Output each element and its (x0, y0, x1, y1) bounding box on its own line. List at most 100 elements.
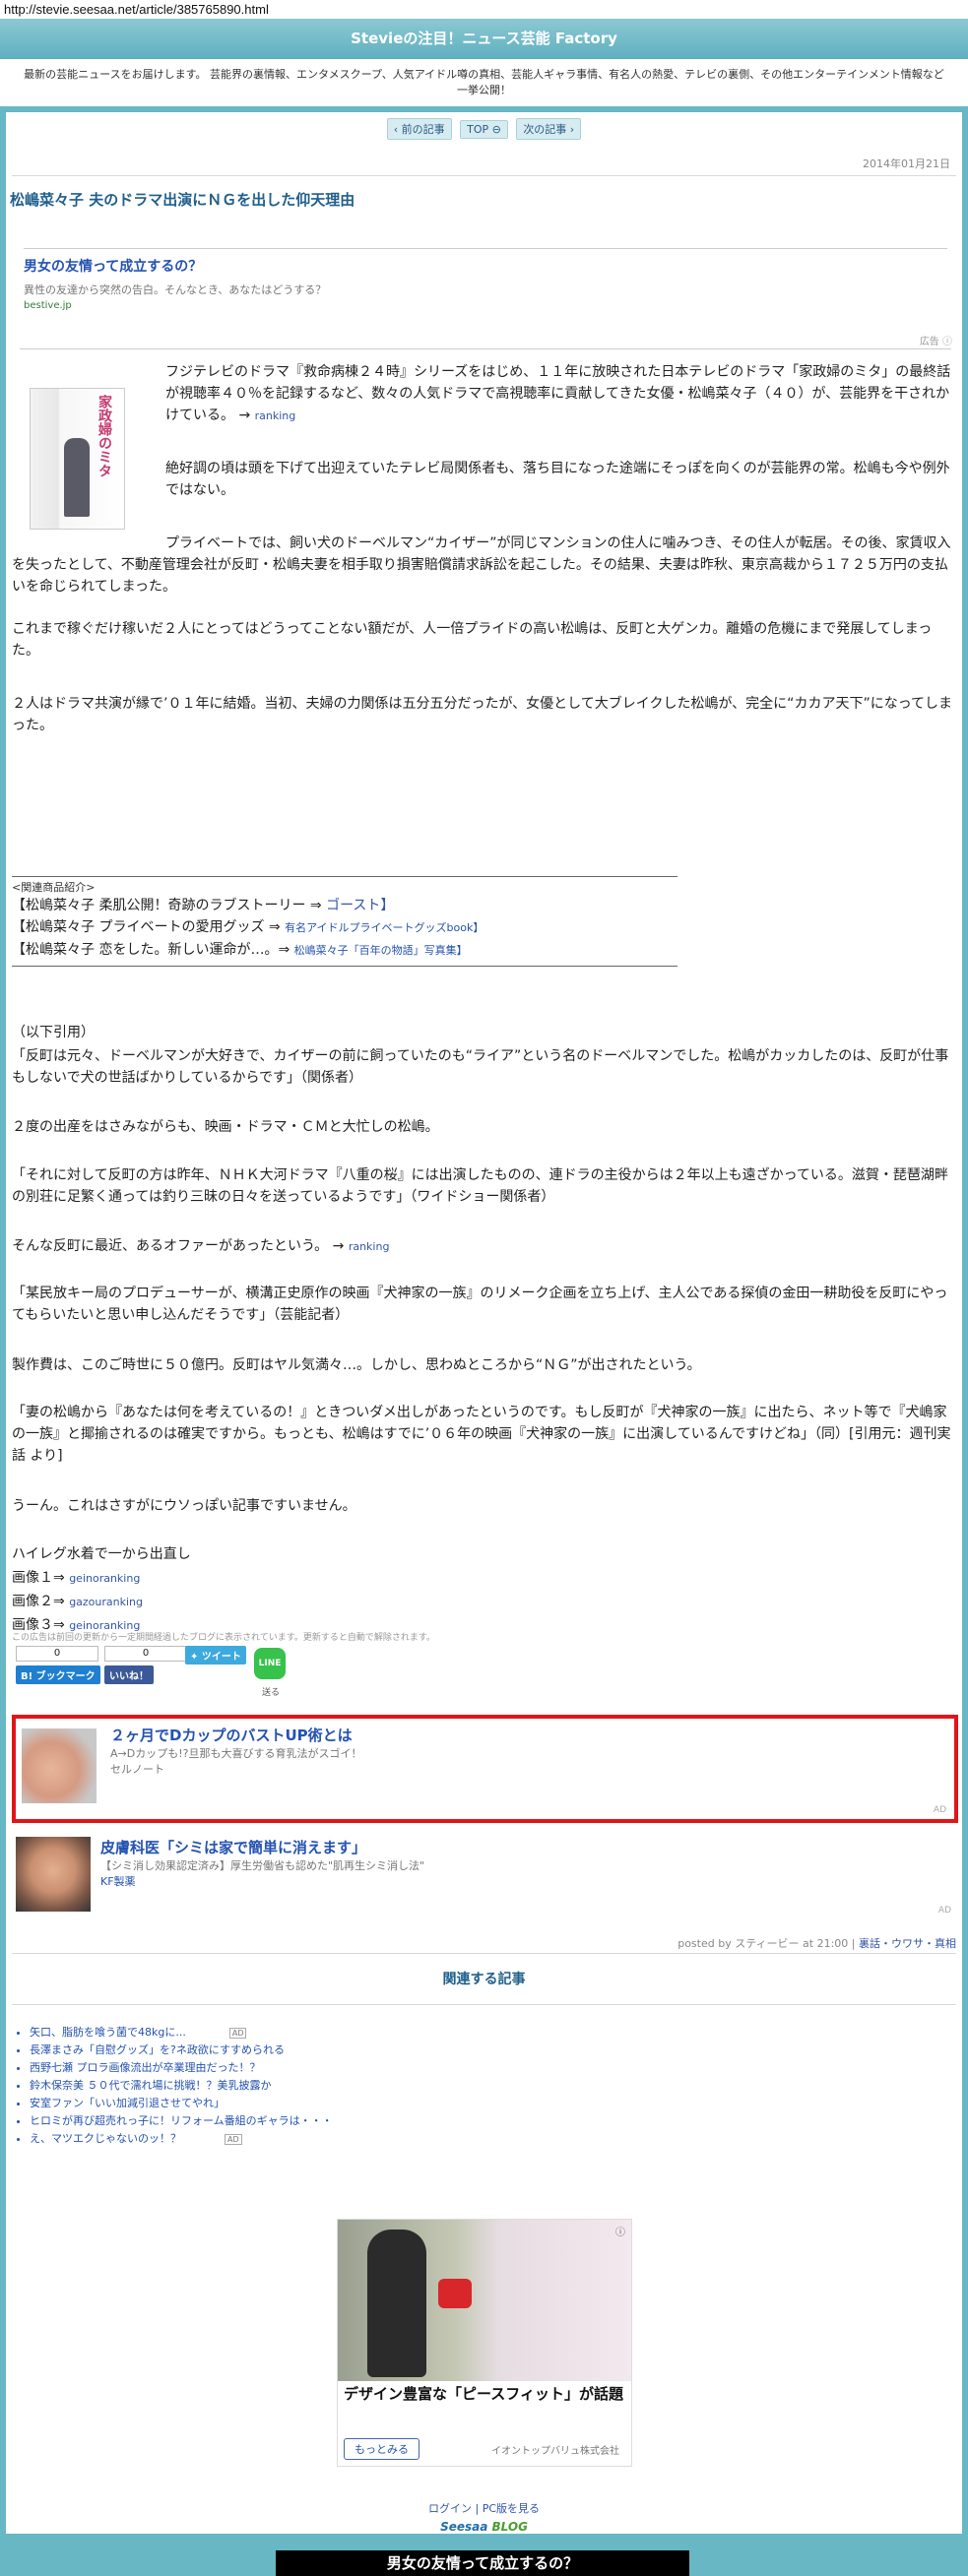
article-paragraph: ハイレグ水着で一から出直し (12, 1546, 191, 1562)
ad-skin-headline[interactable]: 皮膚科医「シミは家で簡単に消えます」 (100, 1837, 424, 1857)
ad-top-headline[interactable]: 男女の友情って成立するの？ (24, 256, 326, 276)
ranking-link[interactable]: ranking (349, 1240, 390, 1253)
seesaa-blog-logo[interactable]: Seesaa BLOG (6, 2520, 962, 2534)
ad-bust-headline[interactable]: ２ヶ月でDカップのバストUP術とは (110, 1725, 361, 1745)
article-paragraph: 「反町は元々、ドーベルマンが大好きで、カイザーの前に飼っていたのも“ライア”とい… (12, 1048, 949, 1086)
top-label: TOP (467, 123, 489, 136)
article-paragraph: うーん。これはさすがにウソっぽい記事ですいません。 (12, 1498, 356, 1514)
prev-article-label: 前の記事 (401, 123, 445, 136)
dvd-cover-image[interactable]: 家政婦のミタ (30, 388, 125, 530)
paragraph-text: そんな反町に最近、あるオファーがあったという。 (12, 1238, 329, 1254)
image-link[interactable]: gazouranking (69, 1596, 143, 1608)
divider (12, 2004, 956, 2005)
related-article-link[interactable]: 西野七瀬 プロラ画像流出が卒業理由だった！？ (30, 2061, 261, 2074)
line-button[interactable]: LINE (254, 1648, 286, 1679)
info-icon: ⓘ (942, 337, 952, 347)
info-icon[interactable]: ⓘ (615, 2224, 625, 2238)
ad-skin[interactable]: 皮膚科医「シミは家で簡単に消えます」 【シミ消し効果認定済み】厚生労働省も認めた… (16, 1837, 951, 1919)
ad-skin-tag: AD (937, 1906, 951, 1916)
related-product-link[interactable]: 松嶋菜々子「百年の物語」写真集】 (294, 944, 468, 957)
hatena-bookmark[interactable]: 0 B! ブックマーク (16, 1646, 100, 1684)
image-link[interactable]: geinoranking (69, 1619, 140, 1632)
twitter-bird-icon: ✦ (190, 1652, 202, 1663)
related-article-link[interactable]: 矢口、脂肪を喰う菌で48kgに... (30, 2026, 186, 2039)
floating-ad-banner[interactable]: 男女の友情って成立するの？ (276, 2550, 689, 2576)
image-link-row: 画像３⇒ geinoranking (12, 1614, 957, 1637)
image-link-label: 画像２⇒ (12, 1594, 65, 1609)
related-article-item[interactable]: 鈴木保奈美 ５０代で濡れ場に挑戦！？美乳披露か (30, 2077, 333, 2095)
ad-label[interactable]: 広告 ⓘ (920, 333, 952, 347)
ad-top-source: bestive.jp (24, 300, 72, 311)
related-article-item[interactable]: 西野七瀬 プロラ画像流出が卒業理由だった！？ (30, 2059, 333, 2077)
ad-skin-source: KF製薬 (100, 1875, 136, 1888)
related-article-item[interactable]: ヒロミが再び超売れっ子に！リフォーム番組のギャラは・・・ (30, 2112, 333, 2130)
facebook-like[interactable]: 0 いいね！ (104, 1646, 189, 1684)
image-link-label: 画像３⇒ (12, 1617, 65, 1633)
related-article-item[interactable]: 矢口、脂肪を喰う菌で48kgに... AD (30, 2024, 333, 2042)
login-link[interactable]: ログイン (428, 2502, 472, 2515)
ad-skin-thumbnail[interactable] (16, 1837, 91, 1912)
ad-top-description: 異性の友達から突然の告白。そんなとき、あなたはどうする？ (24, 283, 327, 296)
tweet-label[interactable]: ✦ ツイート (185, 1646, 246, 1665)
category-link[interactable]: 裏話・ウワサ・真相 (859, 1937, 956, 1950)
arrow: → (238, 408, 251, 423)
display-ad-more-button[interactable]: もっとみる (344, 2438, 419, 2460)
quote-intro: （以下引用） (12, 1025, 95, 1040)
display-ad[interactable]: ⓘ デザイン豊富な「ピースフィット」が話題 もっとみる イオントップバリュ株式会… (337, 2219, 632, 2467)
divider (12, 1953, 956, 1954)
ad-bust-thumbnail[interactable] (22, 1728, 97, 1803)
display-ad-headline[interactable]: デザイン豊富な「ピースフィット」が話題 (344, 2385, 623, 2404)
hatena-label[interactable]: B! ブックマーク (16, 1665, 100, 1684)
related-article-item[interactable]: 長澤まさみ「自慰グッズ」を?ネ政欲にすすめられる (30, 2042, 333, 2059)
article-paragraph: これまで稼ぐだけ稼いだ２人にとってはどうってことない額だが、人一倍プライドの高い… (12, 621, 933, 659)
image-link-label: 画像１⇒ (12, 1570, 65, 1586)
dvd-figure (64, 438, 90, 517)
tweet-text: ツイート (201, 1652, 241, 1663)
blog-logo-text: BLOG (491, 2520, 528, 2534)
pc-version-link[interactable]: PC版を見る (483, 2502, 540, 2515)
image-link[interactable]: geinoranking (69, 1572, 140, 1585)
divider (24, 248, 947, 249)
circle-arrow-icon: ⊖ (488, 123, 501, 136)
ad-top[interactable]: 男女の友情って成立するの？ 異性の友達から突然の告白。そんなとき、あなたはどうす… (24, 256, 326, 311)
posted-by-text: posted by スティービー at 21:00 | (678, 1937, 856, 1950)
article-paragraph: ２人はドラマ共演が縁で’０１年に結婚。当初、夫婦の力関係は五分五分だったが、女優… (12, 696, 952, 733)
hatena-count: 0 (16, 1646, 98, 1662)
address-bar[interactable]: http://stevie.seesaa.net/article/3857658… (0, 0, 968, 19)
related-article-item[interactable]: え、マツエクじゃないのッ！？ AD (30, 2130, 333, 2148)
dvd-title: 家政婦のミタ (97, 395, 112, 477)
related-article-link[interactable]: え、マツエクじゃないのッ！？ (30, 2132, 181, 2145)
footer-separator: | (475, 2502, 483, 2515)
footer-links: ログイン | PC版を見る (6, 2500, 962, 2516)
display-ad-sponsor: イオントップバリュ株式会社 (491, 2446, 619, 2457)
article-paragraph: プライベートでは、飼い犬のドーベルマン“カイザー”が同じマンションの住人に噛みつ… (12, 535, 951, 595)
ad-bust[interactable]: ２ヶ月でDカップのバストUP術とは A→Dカップも!?旦那も大喜びする育乳法がス… (12, 1715, 958, 1823)
ad-skin-text: 皮膚科医「シミは家で簡単に消えます」 【シミ消し効果認定済み】厚生労働省も認めた… (100, 1837, 424, 1889)
article-paragraph: 「某民放キー局のプロデューサーが、横溝正史原作の映画『犬神家の一族』のリメーク企… (12, 1286, 948, 1323)
related-articles-title: 関連する記事 (442, 1972, 526, 1987)
related-product-row: 【松嶋菜々子 プライベートの愛用グッズ ⇒ 有名アイドルプライベートグッズboo… (12, 916, 678, 939)
article-nav: ‹ 前の記事 TOP ⊖ 次の記事 › (6, 118, 962, 140)
article-title[interactable]: 松嶋菜々子 夫のドラマ出演にＮＧを出した仰天理由 (10, 189, 355, 210)
related-product-link[interactable]: ゴースト】 (326, 898, 394, 913)
ranking-link[interactable]: ranking (255, 409, 296, 422)
divider (20, 348, 951, 349)
top-button[interactable]: TOP ⊖ (460, 120, 508, 139)
related-article-link[interactable]: 長澤まさみ「自慰グッズ」を?ネ政欲にすすめられる (30, 2043, 285, 2056)
main-content: ‹ 前の記事 TOP ⊖ 次の記事 › 2014年01月21日 松嶋菜々子 夫の… (6, 112, 962, 2534)
related-product-link[interactable]: 有名アイドルプライベートグッズbook】 (285, 921, 484, 934)
next-article-button[interactable]: 次の記事 › (516, 118, 582, 140)
ad-bust-text: ２ヶ月でDカップのバストUP術とは A→Dカップも!?旦那も大喜びする育乳法がス… (110, 1725, 361, 1777)
display-ad-image[interactable]: ⓘ (338, 2220, 631, 2381)
site-title[interactable]: Stevieの注目！ニュース芸能 Factory (0, 19, 968, 59)
related-article-item[interactable]: 安室ファン「いい加減引退させてやれ」 (30, 2095, 333, 2112)
facebook-like-label[interactable]: いいね！ (104, 1665, 154, 1684)
site-description: 最新の芸能ニュースをお届けします。 芸能界の裏情報、エンタメスクープ、人気アイド… (0, 59, 968, 106)
related-article-link[interactable]: 安室ファン「いい加減引退させてやれ」 (30, 2097, 225, 2109)
divider (12, 175, 956, 176)
article-paragraph: 製作費は、このご時世に５０億円。反町はヤル気満々…。しかし、思わぬところから“Ｎ… (12, 1357, 701, 1373)
article-paragraph: 「それに対して反町の方は昨年、ＮＨＫ大河ドラマ『八重の桜』には出演したものの、連… (12, 1167, 948, 1205)
related-article-link[interactable]: ヒロミが再び超売れっ子に！リフォーム番組のギャラは・・・ (30, 2114, 333, 2127)
prev-article-button[interactable]: ‹ 前の記事 (386, 118, 452, 140)
related-article-link[interactable]: 鈴木保奈美 ５０代で濡れ場に挑戦！？美乳披露か (30, 2079, 272, 2092)
